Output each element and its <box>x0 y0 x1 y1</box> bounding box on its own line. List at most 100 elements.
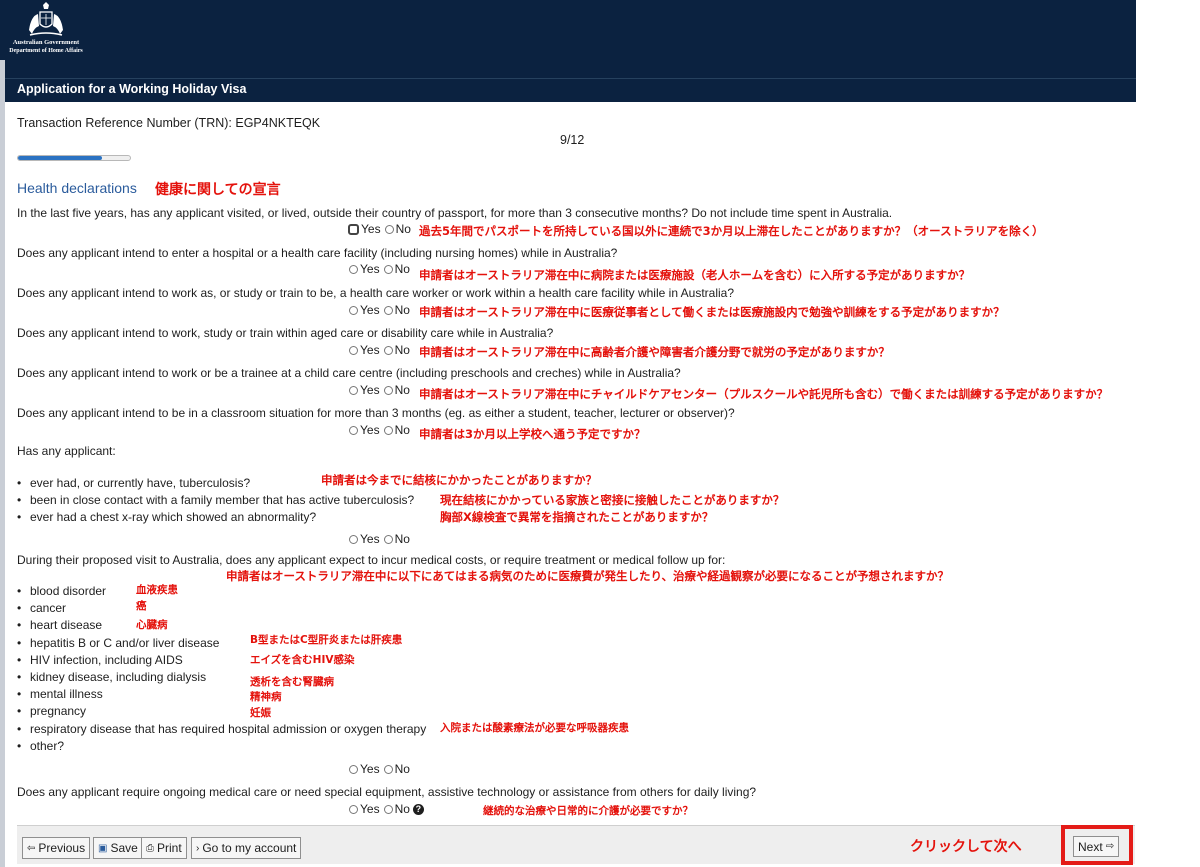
blood-disorder-jp-annotation: 血液疾患 <box>136 584 178 596</box>
save-icon: ▣ <box>98 842 108 854</box>
question-4-options: Yes No <box>349 343 410 357</box>
q2-yes-label: Yes <box>360 262 380 276</box>
question-2-options: Yes No <box>349 262 410 276</box>
question-9-options: Yes No ? <box>349 802 424 816</box>
trn-text: Transaction Reference Number (TRN): EGP4… <box>17 116 321 130</box>
question-8-intro: During their proposed visit to Australia… <box>17 553 726 567</box>
question-5-options: Yes No <box>349 383 410 397</box>
previous-button[interactable]: ⇦ Previous <box>22 837 91 859</box>
progress-bar-fill <box>18 156 102 160</box>
q4-yes-radio[interactable] <box>349 345 358 355</box>
help-icon[interactable]: ? <box>412 803 424 815</box>
q7-no-label: No <box>394 532 410 546</box>
save-button[interactable]: ▣ Save <box>93 837 143 859</box>
q8-no-radio[interactable] <box>383 764 393 774</box>
save-button-label: Save <box>110 841 138 855</box>
q8-yes-label: Yes <box>360 762 380 776</box>
q9-no-label: No <box>394 802 410 816</box>
q3-yes-radio[interactable] <box>349 305 358 315</box>
q2-no-label: No <box>394 262 410 276</box>
list-item: ever had a chest x-ray which showed an a… <box>17 509 414 526</box>
application-title-bar: Application for a Working Holiday Visa <box>0 78 1136 102</box>
q1-yes-label: Yes <box>361 222 381 236</box>
question-8-jp-annotation: 申請者はオーストラリア滞在中に以下にあてはまる病気のために医療費が発生したり、治… <box>226 569 949 583</box>
q5-no-radio[interactable] <box>383 385 393 395</box>
click-next-jp-annotation: クリックして次へ <box>910 839 1022 855</box>
heart-disease-jp-annotation: 心臓病 <box>136 619 168 631</box>
list-item: kidney disease, including dialysis <box>17 669 426 686</box>
question-6-options: Yes No <box>349 423 410 437</box>
q4-yes-label: Yes <box>360 343 380 357</box>
list-item: blood disorder <box>17 583 426 600</box>
arrow-left-icon: ⇦ <box>27 842 36 854</box>
q3-no-radio[interactable] <box>383 305 393 315</box>
question-4: Does any applicant intend to work, study… <box>17 326 554 340</box>
question-1: In the last five years, has any applican… <box>17 206 893 220</box>
question-9: Does any applicant require ongoing medic… <box>17 785 757 799</box>
previous-button-label: Previous <box>38 841 86 855</box>
q2-yes-radio[interactable] <box>349 264 358 274</box>
q5-no-label: No <box>394 383 410 397</box>
progress-bar <box>17 155 131 161</box>
list-item: HIV infection, including AIDS <box>17 652 426 669</box>
cancer-jp-annotation: 癌 <box>136 600 147 612</box>
question-6: Does any applicant intend to be in a cla… <box>17 406 735 420</box>
q7-yes-label: Yes <box>360 532 380 546</box>
list-item: cancer <box>17 600 426 617</box>
question-2: Does any applicant intend to enter a hos… <box>17 246 618 260</box>
section-title-jp-annotation: 健康に関しての宣言 <box>155 182 281 198</box>
print-button-label: Print <box>157 841 182 855</box>
question-5-jp-annotation: 申請者はオーストラリア滞在中にチャイルドケアセンター（プルスクールや託児所も含む… <box>419 387 1109 401</box>
list-item: respiratory disease that has required ho… <box>17 721 426 738</box>
question-3: Does any applicant intend to work as, or… <box>17 286 735 300</box>
kidney-disease-jp-annotation: 透析を含む腎臓病 <box>250 676 334 688</box>
q3-no-label: No <box>394 303 410 317</box>
q7-yes-radio[interactable] <box>349 534 358 544</box>
q1-no-radio[interactable] <box>384 224 394 234</box>
mental-illness-jp-annotation: 精神病 <box>250 691 282 703</box>
go-to-account-button[interactable]: › Go to my account <box>191 837 302 859</box>
page-number: 9/12 <box>560 133 585 147</box>
q5-yes-label: Yes <box>360 383 380 397</box>
print-button[interactable]: ⎙ Print <box>141 837 187 859</box>
q8-yes-radio[interactable] <box>349 764 358 774</box>
print-icon: ⎙ <box>146 842 154 854</box>
q6-no-radio[interactable] <box>383 425 393 435</box>
question-2-jp-annotation: 申請者はオーストラリア滞在中に病院または医療施設（老人ホームを含む）に入所する予… <box>419 268 971 282</box>
hepatitis-jp-annotation: B型またはC型肝炎または肝疾患 <box>250 634 403 646</box>
question-8-list: blood disorder cancer heart disease hepa… <box>17 583 426 755</box>
q6-no-label: No <box>394 423 410 437</box>
q6-yes-radio[interactable] <box>349 425 358 435</box>
q4-no-label: No <box>394 343 410 357</box>
question-7-intro: Has any applicant: <box>17 444 116 458</box>
question-1-options: Yes No <box>348 222 411 236</box>
q1-no-label: No <box>395 222 411 236</box>
q9-no-radio[interactable] <box>383 804 393 814</box>
application-title: Application for a Working Holiday Visa <box>17 82 247 96</box>
question-9-jp-annotation: 継続的な治療や日常的に介護が必要ですか？ <box>483 805 693 817</box>
list-item: pregnancy <box>17 703 426 720</box>
question-4-jp-annotation: 申請者はオーストラリア滞在中に高齢者介護や障害者介護分野で就労の予定がありますか… <box>419 345 890 359</box>
q6-yes-label: Yes <box>360 423 380 437</box>
government-crest-logo: Australian Government Department of Home… <box>0 2 92 62</box>
q5-yes-radio[interactable] <box>349 385 358 395</box>
q7-no-radio[interactable] <box>383 534 393 544</box>
q2-no-radio[interactable] <box>383 264 393 274</box>
q1-yes-radio[interactable] <box>348 223 359 235</box>
q4-no-radio[interactable] <box>383 345 393 355</box>
next-button-label: Next <box>1078 839 1103 854</box>
question-8-options: Yes No <box>349 762 410 776</box>
go-to-account-label: Go to my account <box>202 841 297 855</box>
arrow-right-icon: ⇨ <box>1105 841 1115 852</box>
list-item: mental illness <box>17 686 426 703</box>
question-6-jp-annotation: 申請者は3か月以上学校へ通う予定ですか？ <box>419 427 646 441</box>
next-button[interactable]: Next ⇨ <box>1073 836 1120 857</box>
government-name: Australian Government <box>12 39 80 46</box>
q8-no-label: No <box>394 762 410 776</box>
q9-yes-radio[interactable] <box>349 804 358 814</box>
question-7-item-2-jp-annotation: 現在結核にかかっている家族と密接に接触したことがありますか？ <box>440 493 785 507</box>
question-7-item-1-jp-annotation: 申請者は今までに結核にかかったことがありますか？ <box>321 473 597 487</box>
pregnancy-jp-annotation: 妊娠 <box>250 707 271 719</box>
question-5: Does any applicant intend to work or be … <box>17 366 681 380</box>
left-border <box>0 60 5 867</box>
